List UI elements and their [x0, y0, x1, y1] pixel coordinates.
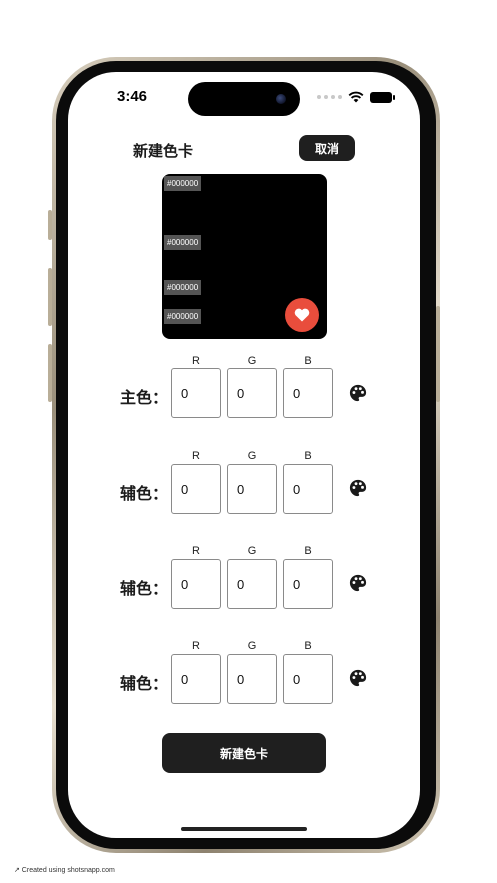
page-title: 新建色卡	[133, 142, 194, 160]
volume-up-button	[48, 268, 52, 326]
signal-icon	[317, 95, 342, 99]
channel-label-g: G	[247, 355, 257, 367]
secondary-1-b-input[interactable]	[283, 464, 333, 514]
secondary-3-r-input[interactable]	[171, 654, 221, 704]
secondary-3-b-input[interactable]	[283, 654, 333, 704]
status-time: 3:46	[117, 88, 148, 105]
channel-label-g: G	[247, 640, 257, 652]
status-icons	[317, 91, 395, 103]
secondary-1-r-input[interactable]	[171, 464, 221, 514]
volume-down-button	[48, 344, 52, 402]
secondary-1-g-input[interactable]	[227, 464, 277, 514]
row-label-secondary-3: 辅色：	[120, 674, 169, 693]
palette-icon[interactable]	[349, 479, 367, 497]
camera-icon	[276, 94, 286, 104]
channel-label-b: B	[304, 640, 312, 652]
channel-label-g: G	[247, 450, 257, 462]
hex-tag-secondary-2: #000000	[164, 280, 202, 295]
channel-label-r: R	[192, 545, 200, 557]
channel-label-b: B	[304, 545, 312, 557]
channel-label-r: R	[192, 450, 200, 462]
primary-r-input[interactable]	[171, 368, 221, 418]
primary-b-input[interactable]	[283, 368, 333, 418]
cancel-button[interactable]: 取消	[299, 135, 355, 161]
palette-icon[interactable]	[349, 384, 367, 402]
channel-label-b: B	[304, 355, 312, 367]
row-label-secondary-2: 辅色：	[120, 579, 169, 598]
color-card-preview: #000000 #000000 #000000 #000000	[162, 174, 327, 339]
hex-tag-secondary-1: #000000	[164, 235, 202, 250]
channel-label-r: R	[192, 355, 200, 367]
power-button	[436, 306, 440, 402]
channel-label-g: G	[247, 545, 257, 557]
palette-icon[interactable]	[349, 574, 367, 592]
wifi-icon	[348, 91, 364, 103]
secondary-2-r-input[interactable]	[171, 559, 221, 609]
create-color-card-button[interactable]: 新建色卡	[162, 733, 326, 773]
favorite-button[interactable]	[285, 298, 319, 332]
app-screen: 3:46 新建色卡 取消 #000000 #000000 #000000 #00…	[68, 72, 420, 838]
primary-g-input[interactable]	[227, 368, 277, 418]
home-indicator	[181, 827, 307, 831]
dynamic-island	[188, 82, 300, 116]
hex-tag-secondary-3: #000000	[164, 309, 202, 324]
secondary-2-b-input[interactable]	[283, 559, 333, 609]
secondary-2-g-input[interactable]	[227, 559, 277, 609]
row-label-primary: 主色：	[120, 388, 169, 407]
action-button	[48, 210, 52, 240]
heart-icon	[294, 308, 310, 322]
palette-icon[interactable]	[349, 669, 367, 687]
battery-icon	[370, 91, 395, 103]
credit-text: ↗ Created using shotsnapp.com	[14, 867, 115, 874]
channel-label-b: B	[304, 450, 312, 462]
channel-label-r: R	[192, 640, 200, 652]
secondary-3-g-input[interactable]	[227, 654, 277, 704]
hex-tag-primary: #000000	[164, 176, 202, 191]
row-label-secondary-1: 辅色：	[120, 484, 169, 503]
